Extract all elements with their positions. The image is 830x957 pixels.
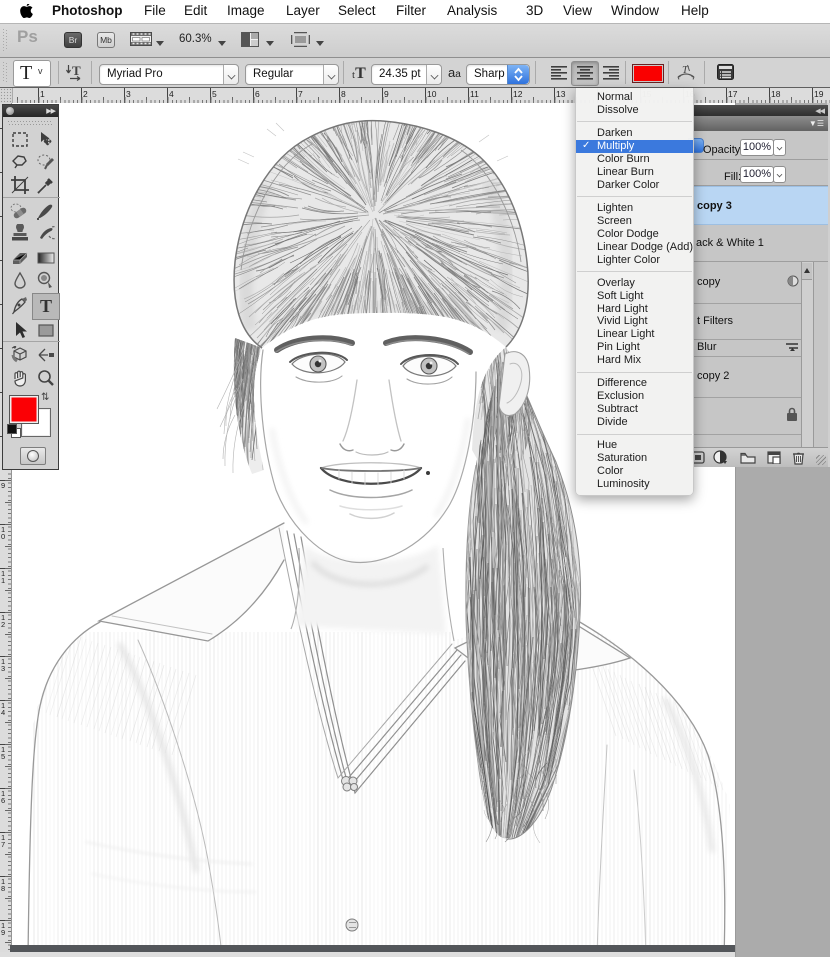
svg-text:T: T	[72, 64, 81, 78]
svg-text:T: T	[40, 296, 52, 316]
